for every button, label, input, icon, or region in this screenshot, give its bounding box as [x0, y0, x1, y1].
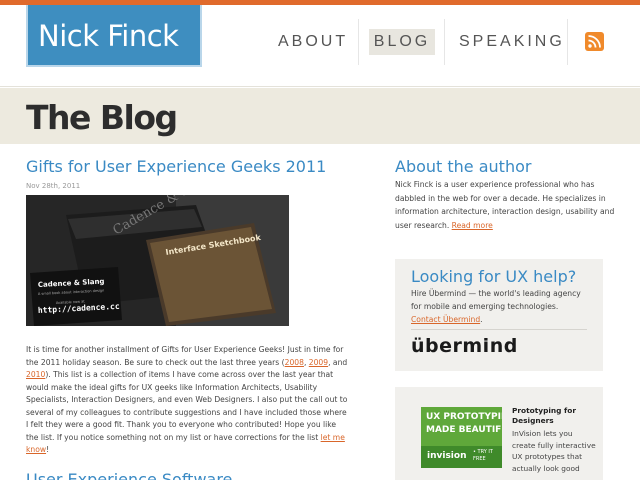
ad-text: InVision lets you create fully interacti… [512, 429, 596, 473]
read-more-link[interactable]: Read more [452, 221, 493, 230]
post-text: , and [328, 357, 348, 367]
page-title-band: The Blog [0, 88, 640, 144]
next-post-heading[interactable]: User Experience Software [26, 470, 232, 480]
page-title: The Blog [26, 98, 178, 137]
logo-text: Nick Finck [38, 19, 179, 53]
divider [411, 329, 587, 330]
site-logo[interactable]: Nick Finck [26, 5, 202, 67]
about-text: Nick Finck is a user experience professi… [395, 180, 615, 230]
ux-help-text: Hire Übermind — the world's leading agen… [411, 287, 591, 327]
post-excerpt: It is time for another installment of Gi… [26, 344, 350, 457]
post-text: ! [46, 445, 50, 454]
nav-divider [567, 19, 568, 65]
about-author-heading: About the author [395, 157, 532, 176]
nav-about[interactable]: ABOUT [278, 29, 345, 55]
post-title-link[interactable]: Gifts for User Experience Geeks 2011 [26, 157, 326, 176]
invision-brand: invision [427, 451, 467, 461]
link-2008[interactable]: 2008 [285, 358, 304, 367]
contact-ubermind-link[interactable]: Contact Übermind [411, 315, 480, 324]
ad-heading[interactable]: Prototyping for Designers [512, 406, 598, 426]
ad-image-line1: UX PROTOTYPING [426, 412, 502, 422]
ux-help-heading: Looking for UX help? [411, 267, 577, 286]
invision-ad-image[interactable]: UX PROTOTYPING MADE BEAUTIFUL invision •… [421, 407, 502, 468]
rss-icon[interactable] [585, 32, 604, 51]
ad-box: UX PROTOTYPING MADE BEAUTIFUL invision •… [395, 387, 603, 480]
period: . [480, 315, 483, 325]
ad-image-line2: MADE BEAUTIFUL [426, 425, 502, 435]
post-image: Cadence & Slang Interface Sketchbook Cad… [26, 195, 289, 326]
nav-speaking[interactable]: SPEAKING [459, 29, 562, 55]
try-it-free-text: • TRY IT FREE [473, 449, 493, 462]
post-text: ). This list is a collection of items I … [26, 370, 348, 442]
ad-image-footer: invision • TRY IT FREE [421, 446, 502, 468]
link-2009[interactable]: 2009 [309, 358, 328, 367]
post-date: Nov 28th, 2011 [26, 182, 81, 190]
site-header: Nick Finck ABOUT BLOG SPEAKING [0, 5, 640, 87]
ux-help-box: Looking for UX help? Hire Übermind — the… [395, 259, 603, 371]
ux-help-description: Hire Übermind — the world's leading agen… [411, 289, 581, 312]
link-2010[interactable]: 2010 [26, 370, 45, 379]
nav-blog[interactable]: BLOG [369, 29, 435, 55]
nav-divider [444, 19, 445, 65]
about-author-text: Nick Finck is a user experience professi… [395, 178, 615, 232]
nav-divider [358, 19, 359, 65]
ubermind-logo[interactable]: übermind [411, 335, 518, 357]
